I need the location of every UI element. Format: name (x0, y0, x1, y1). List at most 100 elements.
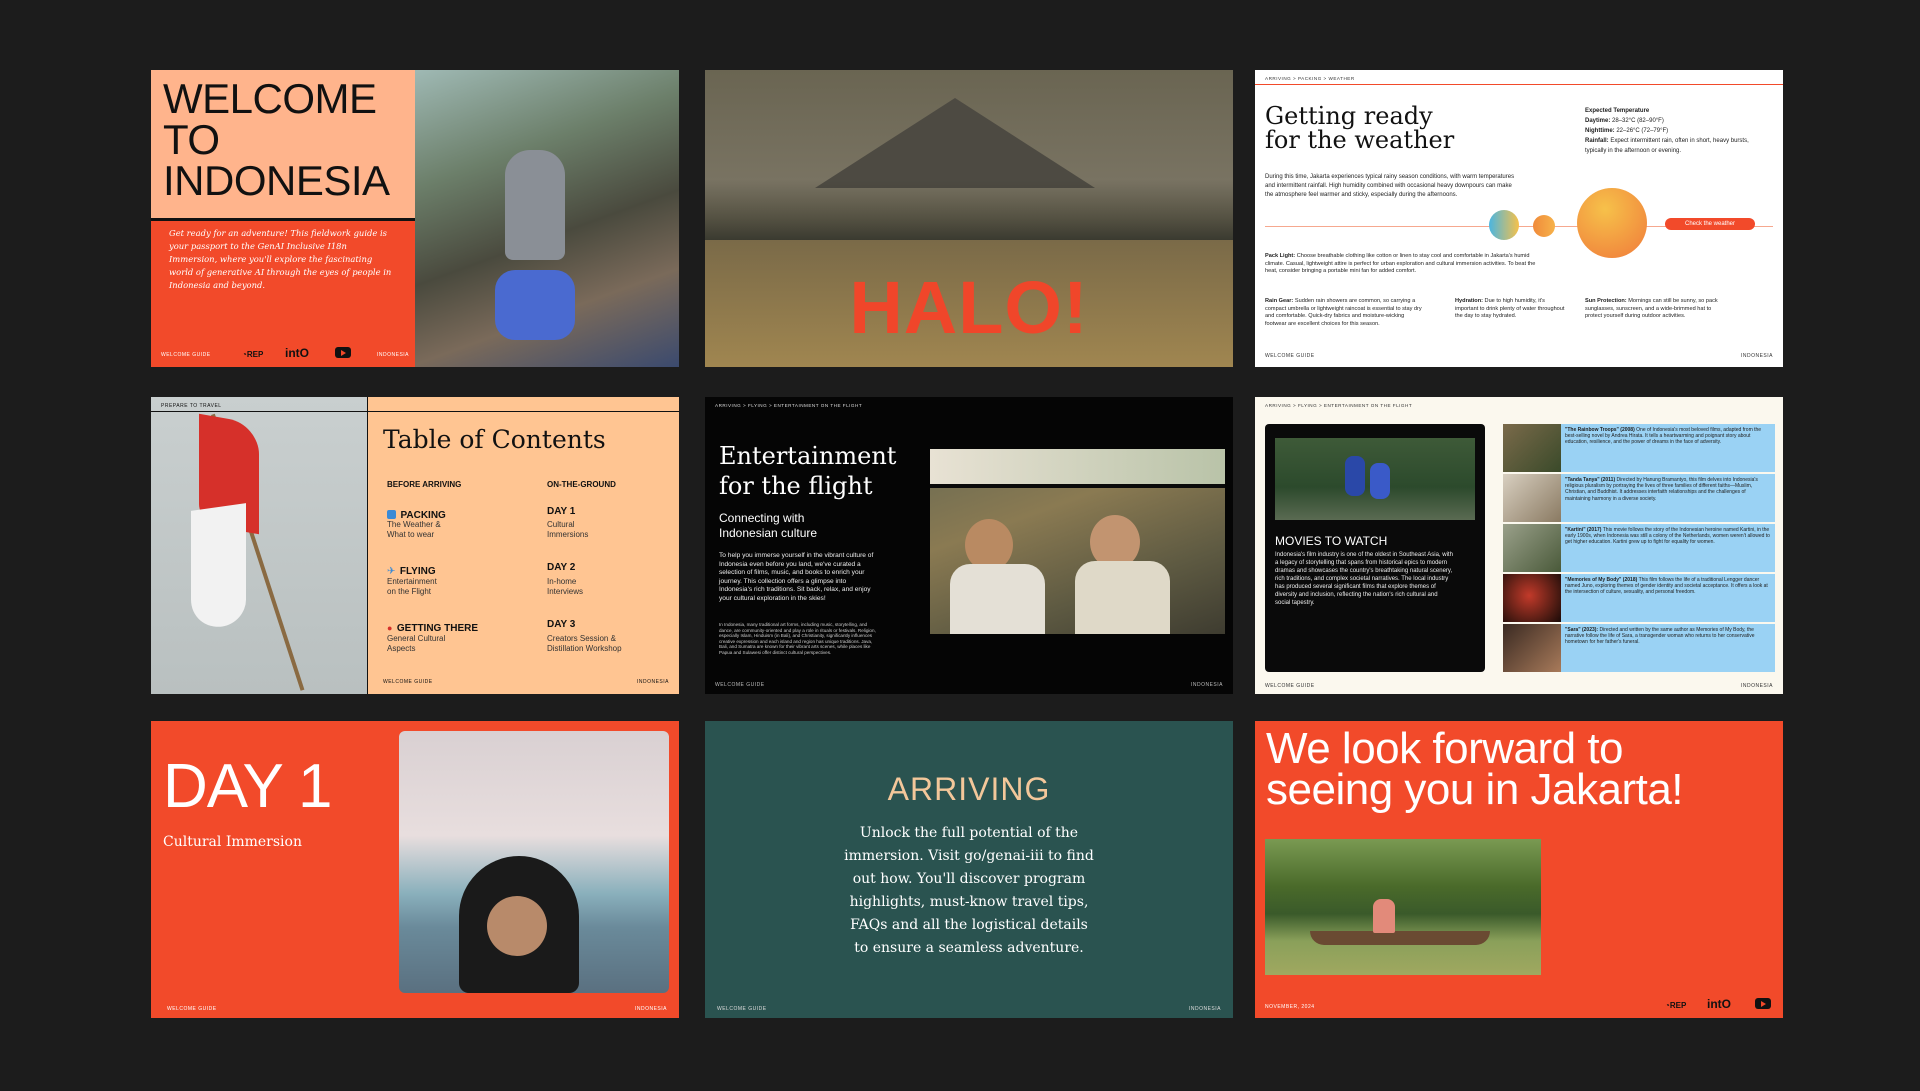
col-heading-ground: ON-THE-GROUND (547, 480, 616, 489)
intro-text: Get ready for an adventure! This fieldwo… (169, 228, 392, 290)
toc-day1[interactable]: DAY 1 (547, 506, 575, 517)
large-sun-icon (1577, 188, 1647, 258)
film-thumbnail (1503, 624, 1561, 672)
sub-line: Aspects (387, 644, 416, 653)
bag-figure (495, 270, 575, 340)
movies-body: Indonesia's film industry is one of the … (1275, 552, 1453, 606)
flying-sub: Entertainment on the Flight (387, 577, 437, 597)
movies-title: MOVIES TO WATCH (1275, 534, 1388, 548)
divider (1255, 84, 1783, 85)
film-divider (930, 484, 1225, 488)
toc-title: Table of Contents (383, 425, 606, 454)
subtitle-line: Indonesian culture (719, 526, 818, 540)
hydration-label: Hydration: (1455, 298, 1483, 304)
getting-sub: General Cultural Aspects (387, 634, 445, 654)
hydration-text: Hydration: Due to high humidity, it's im… (1455, 298, 1565, 321)
sub-line: Distillation Workshop (547, 644, 622, 653)
toc-day2[interactable]: DAY 2 (547, 562, 575, 573)
slide-entertainment[interactable]: ARRIVING > FLYING > ENTERTAINMENT ON THE… (705, 397, 1233, 694)
body-line: immersion. Visit go/genai-iii to find (844, 848, 1094, 864)
rower-figure (1373, 899, 1395, 933)
body-line: Unlock the full potential of the (859, 825, 1079, 841)
footer-label: WELCOME GUIDE (167, 1006, 217, 1012)
film-row[interactable]: "Memories of My Body" (2018) This film f… (1503, 574, 1775, 622)
weather-title: Getting ready for the weather (1265, 104, 1454, 152)
rainfall-row: Rainfall: Expect intermittent rain, ofte… (1585, 136, 1765, 156)
footer-country: INDONESIA (1190, 682, 1223, 688)
boy-shirt-left (950, 564, 1045, 634)
temp-heading: Expected Temperature (1585, 108, 1650, 114)
sub-line: What to wear (387, 530, 435, 539)
body-line: to ensure a seamless adventure. (854, 940, 1084, 956)
toc-day3[interactable]: DAY 3 (547, 619, 575, 630)
film-row[interactable]: "The Rainbow Troops" (2008) One of Indon… (1503, 424, 1775, 472)
title-line: INDONESIA (163, 157, 390, 204)
day2-sub: In-home Interviews (547, 577, 583, 597)
canoe-shape (1310, 931, 1490, 945)
youtube-icon[interactable] (335, 347, 351, 358)
street-photo (415, 70, 679, 367)
film-description: "Tanda Tanya" (2011) Directed by Hanung … (1565, 477, 1771, 502)
slide-halo[interactable]: HALO! (705, 70, 1233, 367)
flag-white (191, 503, 246, 631)
film-row[interactable]: "Sara" (2023): Directed and written by t… (1503, 624, 1775, 672)
temperature-block: Expected Temperature Daytime: 28–32°C (8… (1585, 106, 1765, 156)
sun-protection-text: Sun Protection: Mornings can still be su… (1585, 298, 1725, 321)
woman-photo (399, 731, 669, 993)
rainfall-label: Rainfall: (1585, 138, 1609, 144)
breadcrumb: ARRIVING > FLYING > ENTERTAINMENT ON THE… (715, 403, 863, 408)
footer-label: WELCOME GUIDE (715, 682, 765, 688)
day3-sub: Creators Session & Distillation Workshop (547, 634, 622, 654)
title-line: seeing you in Jakarta! (1266, 765, 1684, 814)
film-row[interactable]: "Kartini" (2017) This movie follows the … (1503, 524, 1775, 572)
small-sun-icon (1489, 210, 1519, 240)
rain-gear-text: Rain Gear: Sudden rain showers are commo… (1265, 298, 1425, 328)
slide-welcome[interactable]: WELCOME TO INDONESIA Get ready for an ad… (151, 70, 679, 367)
nighttime-label: Nighttime: (1585, 128, 1615, 134)
youtube-icon[interactable] (1755, 998, 1771, 1009)
film-row[interactable]: "Tanda Tanya" (2011) Directed by Hanung … (1503, 474, 1775, 522)
check-weather-button[interactable]: Check the weather (1665, 218, 1755, 230)
slide-day1[interactable]: DAY 1 Cultural Immersion WELCOME GUIDE I… (151, 721, 679, 1018)
film-title: "The Rainbow Troops" (2008) (1565, 427, 1635, 433)
film-description: "Memories of My Body" (2018) This film f… (1565, 577, 1771, 596)
boy-shirt-right (1075, 561, 1170, 634)
footer-country: INDONESIA (634, 1006, 667, 1012)
divider (151, 411, 679, 412)
film-title: "Kartini" (2017) (1565, 527, 1602, 533)
daytime-value: 28–32°C (82–90°F) (1612, 118, 1664, 124)
weather-intro: During this time, Jakarta experiences ty… (1265, 174, 1515, 198)
slide-table-of-contents[interactable]: PREPARE TO TRAVEL Table of Contents BEFO… (151, 397, 679, 694)
tree-line (705, 180, 1233, 240)
title-line: Getting ready (1265, 102, 1433, 130)
slide-arriving[interactable]: ARRIVING Unlock the full potential of th… (705, 721, 1233, 1018)
breadcrumb: ARRIVING > PACKING > WEATHER (1265, 76, 1355, 81)
rep-logo: ◔REP (1665, 1001, 1687, 1010)
film-description: "The Rainbow Troops" (2008) One of Indon… (1565, 427, 1771, 446)
footer-country: INDONESIA (1740, 353, 1773, 359)
pin-icon: ● (387, 623, 393, 633)
entertainment-body: To help you immerse yourself in the vibr… (719, 552, 874, 602)
sub-line: Entertainment (387, 577, 437, 586)
pack-label: Pack Light: (1265, 253, 1296, 259)
rep-logo: ◔REP (242, 350, 264, 359)
subtitle-line: Connecting with (719, 511, 805, 525)
film-top-strip (930, 449, 1225, 484)
body-line: highlights, must-know travel tips, (849, 894, 1089, 910)
sun-label: Sun Protection: (1585, 298, 1627, 304)
pack-light-text: Pack Light: Choose breathable clothing l… (1265, 253, 1545, 276)
sub-line: General Cultural (387, 634, 446, 643)
film-title: "Tanda Tanya" (2011) (1565, 477, 1616, 483)
getting-label: GETTING THERE (396, 623, 479, 634)
rep-logo-text: REP (1669, 1001, 1687, 1010)
rep-logo-text: REP (246, 350, 264, 359)
footer-country: INDONESIA (636, 679, 669, 685)
slide-weather[interactable]: ARRIVING > PACKING > WEATHER Getting rea… (1255, 70, 1783, 367)
slide-closing[interactable]: We look forward to seeing you in Jakarta… (1255, 721, 1783, 1018)
title-line: Entertainment (719, 442, 897, 470)
footer-label: WELCOME GUIDE (161, 352, 211, 358)
slide-movies[interactable]: ARRIVING > FLYING > ENTERTAINMENT ON THE… (1255, 397, 1783, 694)
sub-line: Interviews (547, 587, 584, 596)
footer-label: WELCOME GUIDE (717, 1006, 767, 1012)
footer-country: INDONESIA (1188, 1006, 1221, 1012)
